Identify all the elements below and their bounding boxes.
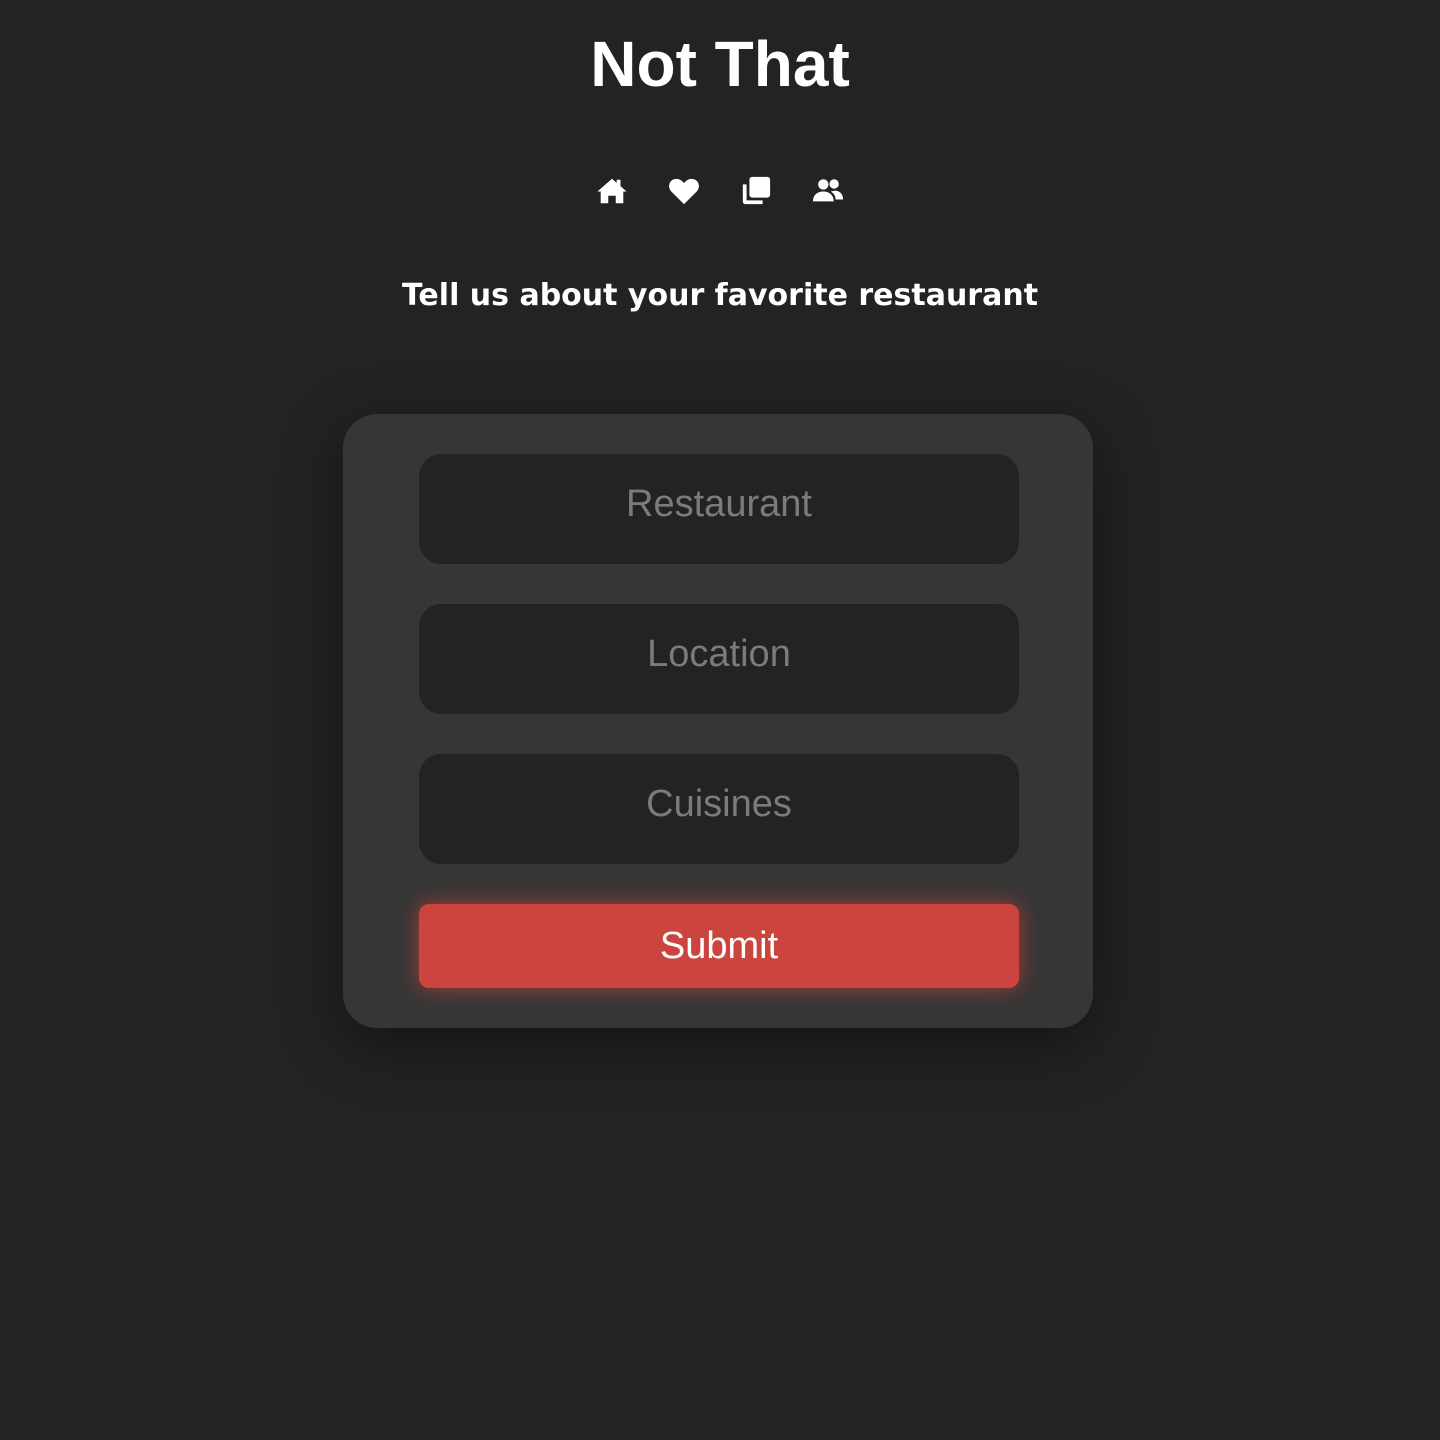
submit-button[interactable]: Submit xyxy=(419,904,1019,988)
main-nav xyxy=(0,174,1440,208)
location-input[interactable] xyxy=(419,604,1019,714)
heart-icon xyxy=(669,178,699,205)
page-subtitle: Tell us about your favorite restaurant xyxy=(401,278,1039,313)
app-title: Not That xyxy=(590,28,850,100)
users-icon xyxy=(812,179,844,202)
home-icon xyxy=(597,178,627,204)
cards-icon xyxy=(742,176,771,205)
restaurant-form: Submit xyxy=(343,414,1093,1028)
cuisines-input[interactable] xyxy=(419,754,1019,864)
nav-home-link[interactable] xyxy=(596,174,628,208)
restaurant-input[interactable] xyxy=(419,454,1019,564)
nav-favorites-link[interactable] xyxy=(668,174,700,208)
nav-friends-link[interactable] xyxy=(812,174,844,208)
nav-cards-link[interactable] xyxy=(740,174,772,208)
